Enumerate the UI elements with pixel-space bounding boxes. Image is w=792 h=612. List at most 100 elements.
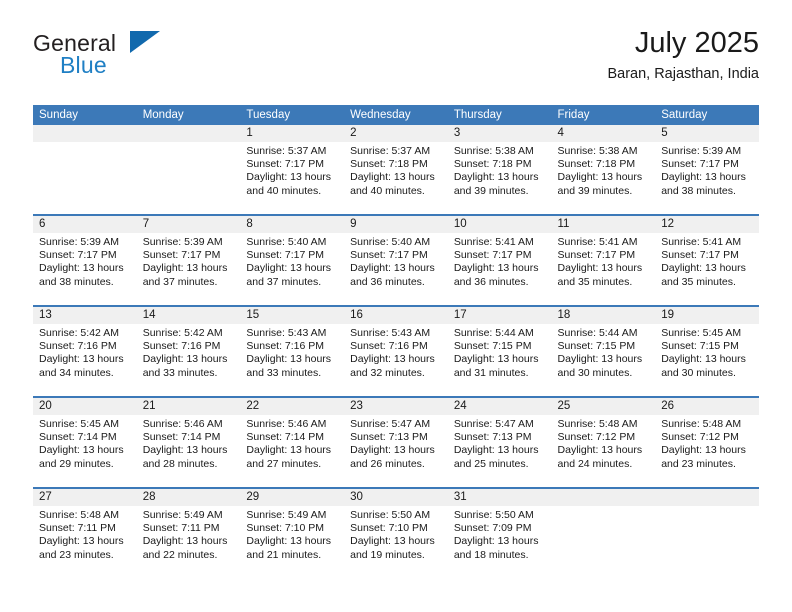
calendar-week-row: 20 21 22 23 24 25 26 Sunrise: 5:45 AM Sunset: 7:… (33, 396, 759, 487)
day-cell-3[interactable]: Sunrise: 5:38 AM Sunset: 7:18 PM Daylight:… (448, 142, 552, 214)
day-cell-15[interactable]: Sunrise: 5:43 AM Sunset: 7:16 PM Daylight:… (240, 324, 344, 396)
daylight-text: Daylight: 13 hours (350, 353, 435, 366)
day-number-band: 6 7 8 9 10 11 12 (33, 216, 759, 233)
day-cell-7[interactable]: Sunrise: 5:39 AM Sunset: 7:17 PM Daylight:… (137, 233, 241, 305)
day-cell-17[interactable]: Sunrise: 5:44 AM Sunset: 7:15 PM Daylight:… (448, 324, 552, 396)
calendar-grid: Sunday Monday Tuesday Wednesday Thursday Frid… (33, 105, 759, 578)
day-number-4[interactable]: 4 (552, 125, 656, 142)
calendar-week-row: 27 28 29 30 31 Sunrise: 5:48 AM Sunset: 7:11 P… (33, 487, 759, 578)
day-cell-12[interactable]: Sunrise: 5:41 AM Sunset: 7:17 PM Daylight:… (655, 233, 759, 305)
daylight-text-cont: and 31 minutes. (453, 366, 529, 379)
day-number-6[interactable]: 6 (33, 216, 137, 233)
daylight-text: Daylight: 13 hours (350, 171, 435, 184)
brand-word-blue: Blue (60, 52, 107, 78)
sunset-text: Sunset: 7:16 PM (39, 340, 117, 353)
daylight-text: Daylight: 13 hours (142, 444, 228, 457)
day-cell-19[interactable]: Sunrise: 5:45 AM Sunset: 7:15 PM Daylight:… (655, 324, 759, 396)
day-number-17[interactable]: 17 (448, 307, 552, 324)
day-cell-11[interactable]: Sunrise: 5:41 AM Sunset: 7:17 PM Daylight:… (552, 233, 656, 305)
day-cell-13[interactable]: Sunrise: 5:42 AM Sunset: 7:16 PM Daylight:… (33, 324, 137, 396)
day-cell-9[interactable]: Sunrise: 5:40 AM Sunset: 7:17 PM Daylight:… (344, 233, 448, 305)
sunrise-text: Sunrise: 5:49 AM (142, 509, 223, 521)
day-number-25[interactable]: 25 (552, 398, 656, 415)
day-cell-28[interactable]: Sunrise: 5:49 AM Sunset: 7:11 PM Daylight:… (137, 506, 241, 578)
daylight-text: Daylight: 13 hours (39, 353, 124, 366)
day-cell-16[interactable]: Sunrise: 5:43 AM Sunset: 7:16 PM Daylight:… (344, 324, 448, 396)
day-number-12[interactable]: 12 (655, 216, 759, 233)
day-cell-empty (137, 142, 241, 214)
sunset-text: Sunset: 7:13 PM (453, 431, 532, 444)
calendar-week-row: 1 2 3 4 5 Sunrise: 5:37 AM Sunset: 7:17 PM Dayl… (33, 125, 759, 214)
daylight-text: Daylight: 13 hours (557, 171, 643, 184)
sunrise-text: Sunrise: 5:48 AM (557, 418, 638, 430)
day-number-15[interactable]: 15 (240, 307, 344, 324)
daylight-text-cont: and 35 minutes. (661, 275, 736, 288)
day-number-3[interactable]: 3 (448, 125, 552, 142)
day-cell-2[interactable]: Sunrise: 5:37 AM Sunset: 7:18 PM Daylight:… (344, 142, 448, 214)
day-cell-27[interactable]: Sunrise: 5:48 AM Sunset: 7:11 PM Daylight:… (33, 506, 137, 578)
day-number-7[interactable]: 7 (137, 216, 241, 233)
sunrise-text: Sunrise: 5:41 AM (453, 236, 534, 248)
day-number-18[interactable]: 18 (552, 307, 656, 324)
day-cell-10[interactable]: Sunrise: 5:41 AM Sunset: 7:17 PM Daylight:… (448, 233, 552, 305)
daylight-text: Daylight: 13 hours (246, 535, 332, 548)
day-cell-14[interactable]: Sunrise: 5:42 AM Sunset: 7:16 PM Daylight:… (137, 324, 241, 396)
daylight-text-cont: and 32 minutes. (350, 366, 425, 379)
day-number-1[interactable]: 1 (240, 125, 344, 142)
day-detail-band: Sunrise: 5:48 AM Sunset: 7:11 PM Daylight:… (33, 506, 759, 578)
day-cell-4[interactable]: Sunrise: 5:38 AM Sunset: 7:18 PM Daylight:… (552, 142, 656, 214)
daylight-text-cont: and 24 minutes. (557, 457, 633, 470)
day-number-14[interactable]: 14 (137, 307, 241, 324)
day-number-2[interactable]: 2 (344, 125, 448, 142)
day-number-band: 27 28 29 30 31 (33, 489, 759, 506)
day-cell-8[interactable]: Sunrise: 5:40 AM Sunset: 7:17 PM Daylight:… (240, 233, 344, 305)
sunset-text: Sunset: 7:15 PM (557, 340, 636, 353)
day-number-27[interactable]: 27 (33, 489, 137, 506)
day-cell-5[interactable]: Sunrise: 5:39 AM Sunset: 7:17 PM Daylight:… (655, 142, 759, 214)
day-cell-25[interactable]: Sunrise: 5:48 AM Sunset: 7:12 PM Daylight:… (552, 415, 656, 487)
day-cell-24[interactable]: Sunrise: 5:47 AM Sunset: 7:13 PM Daylight:… (448, 415, 552, 487)
day-number-5[interactable]: 5 (655, 125, 759, 142)
sunset-text: Sunset: 7:17 PM (661, 158, 739, 171)
day-number-24[interactable]: 24 (448, 398, 552, 415)
day-number-16[interactable]: 16 (344, 307, 448, 324)
day-cell-21[interactable]: Sunrise: 5:46 AM Sunset: 7:14 PM Daylight:… (137, 415, 241, 487)
day-number-13[interactable]: 13 (33, 307, 137, 324)
day-number-28[interactable]: 28 (137, 489, 241, 506)
sunrise-text: Sunrise: 5:38 AM (557, 145, 638, 157)
day-cell-6[interactable]: Sunrise: 5:39 AM Sunset: 7:17 PM Daylight:… (33, 233, 137, 305)
day-number-31[interactable]: 31 (448, 489, 552, 506)
day-number-11[interactable]: 11 (552, 216, 656, 233)
day-number-21[interactable]: 21 (137, 398, 241, 415)
sunrise-text: Sunrise: 5:41 AM (661, 236, 742, 248)
day-number-22[interactable]: 22 (240, 398, 344, 415)
sunset-text: Sunset: 7:18 PM (557, 158, 636, 171)
day-cell-31[interactable]: Sunrise: 5:50 AM Sunset: 7:09 PM Daylight:… (448, 506, 552, 578)
day-number-band: 12345 (33, 125, 759, 142)
general-blue-logo[interactable]: General Blue (33, 30, 263, 86)
day-number-8[interactable]: 8 (240, 216, 344, 233)
day-cell-22[interactable]: Sunrise: 5:46 AM Sunset: 7:14 PM Daylight:… (240, 415, 344, 487)
day-cell-23[interactable]: Sunrise: 5:47 AM Sunset: 7:13 PM Daylight:… (344, 415, 448, 487)
title-block: July 2025 Baran, Rajasthan, India (607, 26, 759, 83)
day-number-10[interactable]: 10 (448, 216, 552, 233)
day-cell-26[interactable]: Sunrise: 5:48 AM Sunset: 7:12 PM Daylight:… (655, 415, 759, 487)
day-cell-18[interactable]: Sunrise: 5:44 AM Sunset: 7:15 PM Daylight:… (552, 324, 656, 396)
day-number-30[interactable]: 30 (344, 489, 448, 506)
sunrise-text: Sunrise: 5:47 AM (350, 418, 431, 430)
day-number-26[interactable]: 26 (655, 398, 759, 415)
day-cell-1[interactable]: Sunrise: 5:37 AM Sunset: 7:17 PM Daylight:… (240, 142, 344, 214)
day-number-band: 20 21 22 23 24 25 26 (33, 398, 759, 415)
day-number-19[interactable]: 19 (655, 307, 759, 324)
sunset-text: Sunset: 7:13 PM (350, 431, 428, 444)
day-number-9[interactable]: 9 (344, 216, 448, 233)
day-cell-29[interactable]: Sunrise: 5:49 AM Sunset: 7:10 PM Daylight:… (240, 506, 344, 578)
daylight-text: Daylight: 13 hours (661, 262, 746, 275)
day-cell-20[interactable]: Sunrise: 5:45 AM Sunset: 7:14 PM Daylight:… (33, 415, 137, 487)
day-number-29[interactable]: 29 (240, 489, 344, 506)
day-number-23[interactable]: 23 (344, 398, 448, 415)
day-number-20[interactable]: 20 (33, 398, 137, 415)
day-cell-30[interactable]: Sunrise: 5:50 AM Sunset: 7:10 PM Daylight:… (344, 506, 448, 578)
daylight-text-cont: and 34 minutes. (39, 366, 114, 379)
day-header-tuesday: Tuesday (246, 109, 291, 121)
